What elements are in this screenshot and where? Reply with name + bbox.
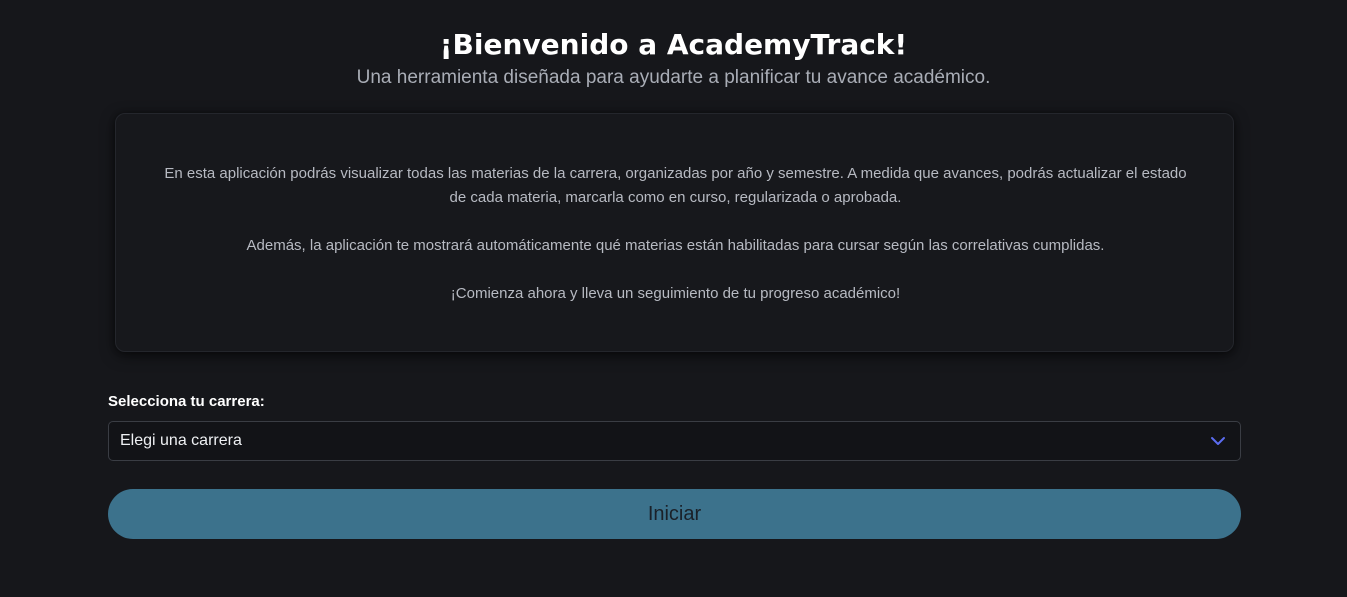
start-button[interactable]: Iniciar [108,489,1241,539]
welcome-page: ¡Bienvenido a AcademyTrack! Una herramie… [0,0,1347,597]
chevron-down-icon [1210,433,1226,449]
career-select[interactable]: Elegi una carrera [108,421,1241,461]
info-paragraph-prerequisites: Además, la aplicación te mostrará automá… [246,237,1105,254]
career-select-value: Elegi una carrera [120,432,242,449]
info-card: En esta aplicación podrás visualizar tod… [115,113,1234,352]
info-paragraph-call-to-action: ¡Comienza ahora y lleva un seguimiento d… [450,285,901,302]
page-title: ¡Bienvenido a AcademyTrack! [439,28,908,61]
info-paragraph-features: En esta aplicación podrás visualizar tod… [164,165,1187,206]
career-select-label: Selecciona tu carrera: [108,393,265,410]
page-subtitle: Una herramienta diseñada para ayudarte a… [356,67,991,88]
